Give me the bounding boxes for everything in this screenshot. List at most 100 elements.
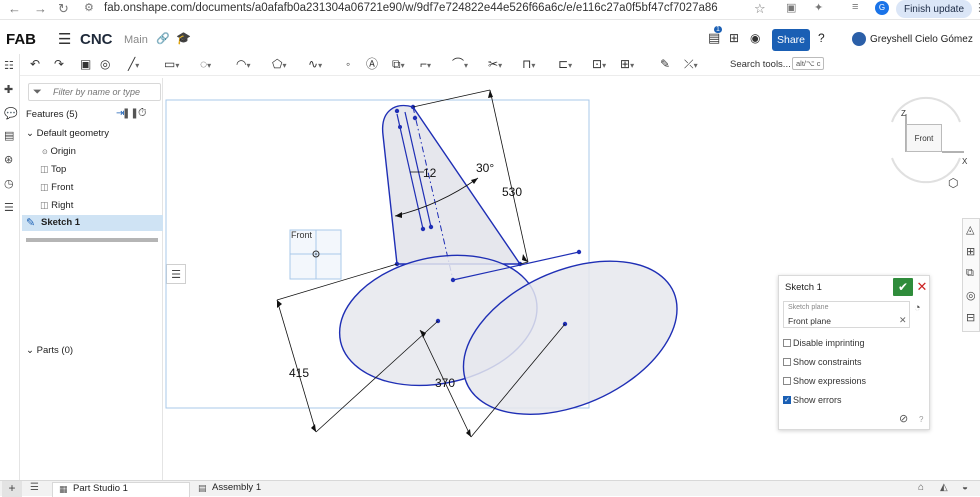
dimension-tool-icon[interactable]: ⊞▾ (620, 57, 634, 73)
dimension-values[interactable]: 12 30° 530 415 370 (289, 161, 522, 390)
mirror-tool-icon[interactable]: ⊓▾ (522, 57, 535, 73)
tab-search-icon[interactable]: ≡ (852, 1, 858, 13)
flip-plane-icon[interactable]: ◔ (914, 302, 921, 314)
construction-icon[interactable]: ⤫▾ (684, 57, 698, 73)
polygon-tool-icon[interactable]: ⬠▾ (272, 57, 286, 73)
cancel-button[interactable]: ✕ (916, 278, 928, 296)
tree-item-right[interactable]: ◫ Right (40, 200, 73, 211)
link-icon[interactable]: 🔗 (156, 32, 170, 45)
filter-input[interactable] (53, 87, 157, 97)
rollback-bar[interactable] (26, 238, 158, 242)
appearance-icon[interactable]: ⊛ (4, 154, 16, 166)
parts-panel-icon[interactable]: ⊟ (966, 311, 975, 324)
save-icon[interactable]: ▣ (80, 57, 91, 71)
show-expressions-checkbox[interactable] (783, 377, 791, 385)
address-bar[interactable]: fab.onshape.com/documents/a0afafb0a23130… (104, 2, 718, 14)
pattern-tool-icon[interactable]: ⊏▾ (558, 57, 572, 73)
hamburger-menu-icon[interactable]: ☰ (58, 30, 71, 48)
offset-tool-icon[interactable]: ⧉▾ (392, 57, 405, 73)
tree-item-top[interactable]: ◫ Top (40, 164, 66, 175)
help-icon[interactable]: ? (818, 31, 825, 45)
tangent-line[interactable] (452, 251, 580, 281)
circle-tool-icon[interactable]: ◌▾ (200, 57, 211, 73)
learning-cap-icon[interactable]: 🎓 (176, 31, 191, 45)
history-icon[interactable]: ◷ (4, 178, 16, 190)
section-panel-icon[interactable]: ◎ (966, 289, 976, 302)
base-ellipse-right[interactable] (462, 260, 678, 415)
bookmark-star-icon[interactable]: ☆ (754, 1, 766, 17)
workspace-name[interactable]: Main (124, 34, 148, 46)
add-tab-button[interactable]: + (2, 481, 22, 497)
timer-icon[interactable]: ⏱ (138, 107, 147, 120)
profile-avatar[interactable]: G (875, 1, 889, 15)
comments-icon[interactable]: 💬 (4, 108, 18, 120)
redo-icon[interactable]: ↷ (54, 57, 64, 71)
text-tool-icon[interactable]: Ⓐ (366, 57, 378, 71)
reload-icon[interactable]: ↻ (58, 1, 69, 17)
share-button[interactable]: Share (772, 29, 810, 51)
units-icon[interactable]: ⌂ (918, 482, 924, 493)
mass-panel-icon[interactable]: ⧉ (966, 267, 974, 280)
clear-plane-icon[interactable]: ✕ (899, 315, 907, 326)
tutorial-icon[interactable]: ⊘ (899, 412, 908, 425)
extension-icon[interactable]: ▣ (786, 1, 796, 14)
sketch-plane-field[interactable]: Sketch plane Front plane ✕ (783, 301, 910, 328)
user-avatar[interactable] (852, 32, 866, 46)
tab-list-icon[interactable]: ☰ (30, 482, 39, 493)
point-tool-icon[interactable]: ◦ (346, 57, 350, 71)
car-icon[interactable]: ◭ (940, 482, 948, 493)
spline-tool-icon[interactable]: ∿▾ (308, 57, 322, 73)
properties-icon[interactable]: ▤ (4, 130, 16, 142)
site-info-icon[interactable]: ⚙ (84, 1, 94, 14)
tree-item-front[interactable]: ◫ Front (40, 182, 73, 193)
user-menu[interactable]: Greyshell Cielo Gómez (870, 34, 973, 45)
trim-tool-icon[interactable]: ✂▾ (488, 57, 502, 73)
finish-update-button[interactable]: Finish update (896, 0, 972, 18)
use-icon[interactable]: ◎ (100, 57, 110, 71)
view-options-icon[interactable]: ⬡ (948, 176, 958, 190)
measure-panel-icon[interactable]: ⊞ (966, 245, 975, 258)
undo-icon[interactable]: ↶ (30, 57, 40, 71)
feature-list-icon[interactable]: ☷ (4, 60, 16, 72)
list-toggle-icon[interactable]: ☰ (166, 264, 186, 284)
arc-fillet-icon[interactable]: ⌒▾ (452, 57, 468, 73)
disable-imprinting-checkbox[interactable] (783, 339, 791, 347)
suppress-icon[interactable]: ❚❚ (122, 108, 139, 119)
help-icon-dialog[interactable]: ? (919, 415, 923, 424)
tree-item-origin[interactable]: ⊙ Origin (42, 146, 76, 157)
add-feature-icon[interactable]: ✚ (4, 84, 16, 96)
sketch-pen-icon[interactable]: ✎ (660, 57, 670, 71)
transform-tool-icon[interactable]: ⊡▾ (592, 57, 606, 73)
arc-tool-icon[interactable]: ◠▾ (236, 57, 251, 73)
accept-button[interactable]: ✔ (893, 278, 913, 296)
render-icon[interactable]: ◒ (962, 482, 968, 493)
forward-icon[interactable]: → (34, 1, 47, 16)
show-constraints-checkbox[interactable] (783, 358, 791, 366)
show-errors-checkbox[interactable]: ✓ (783, 396, 791, 404)
back-icon[interactable]: ← (8, 1, 21, 16)
document-title[interactable]: CNC (80, 31, 113, 48)
view-cube-face[interactable]: Front (906, 124, 942, 152)
slot-line-left[interactable] (396, 113, 424, 230)
line-tool-icon[interactable]: ╱▾ (128, 57, 139, 73)
app-store-icon[interactable]: ⊞ (729, 31, 739, 45)
rectangle-tool-icon[interactable]: ▭▾ (164, 57, 179, 73)
fillet-tool-icon[interactable]: ⌐▾ (420, 57, 431, 73)
slot-line-right[interactable] (404, 111, 432, 228)
tab-part-studio[interactable]: ▦ Part Studio 1 (52, 482, 190, 497)
view-cube[interactable]: Z X Front ⬡ (880, 92, 972, 192)
tab-assembly[interactable]: ▤ Assembly 1 (194, 482, 304, 497)
filter-box[interactable]: ⏷ (28, 83, 161, 101)
palette-icon[interactable]: ◉ (750, 31, 760, 45)
browser-menu-icon[interactable]: ⋮ (974, 1, 980, 14)
puzzle-icon[interactable]: ✦ (814, 1, 823, 14)
cone-profile[interactable] (382, 105, 522, 265)
tree-item-sketch[interactable]: ✎ Sketch 1 (22, 215, 163, 231)
base-ellipse-left[interactable] (338, 254, 538, 387)
search-tools-input[interactable]: Search tools... (730, 59, 791, 70)
bom-icon[interactable]: ☰ (4, 202, 16, 214)
parts-expand[interactable]: ⌄ Parts (0) (26, 345, 73, 356)
appearance-panel-icon[interactable]: ◬ (966, 223, 974, 236)
default-geometry-expand[interactable]: ⌄ Default geometry (26, 128, 109, 139)
onshape-logo[interactable]: FAB (6, 31, 36, 48)
